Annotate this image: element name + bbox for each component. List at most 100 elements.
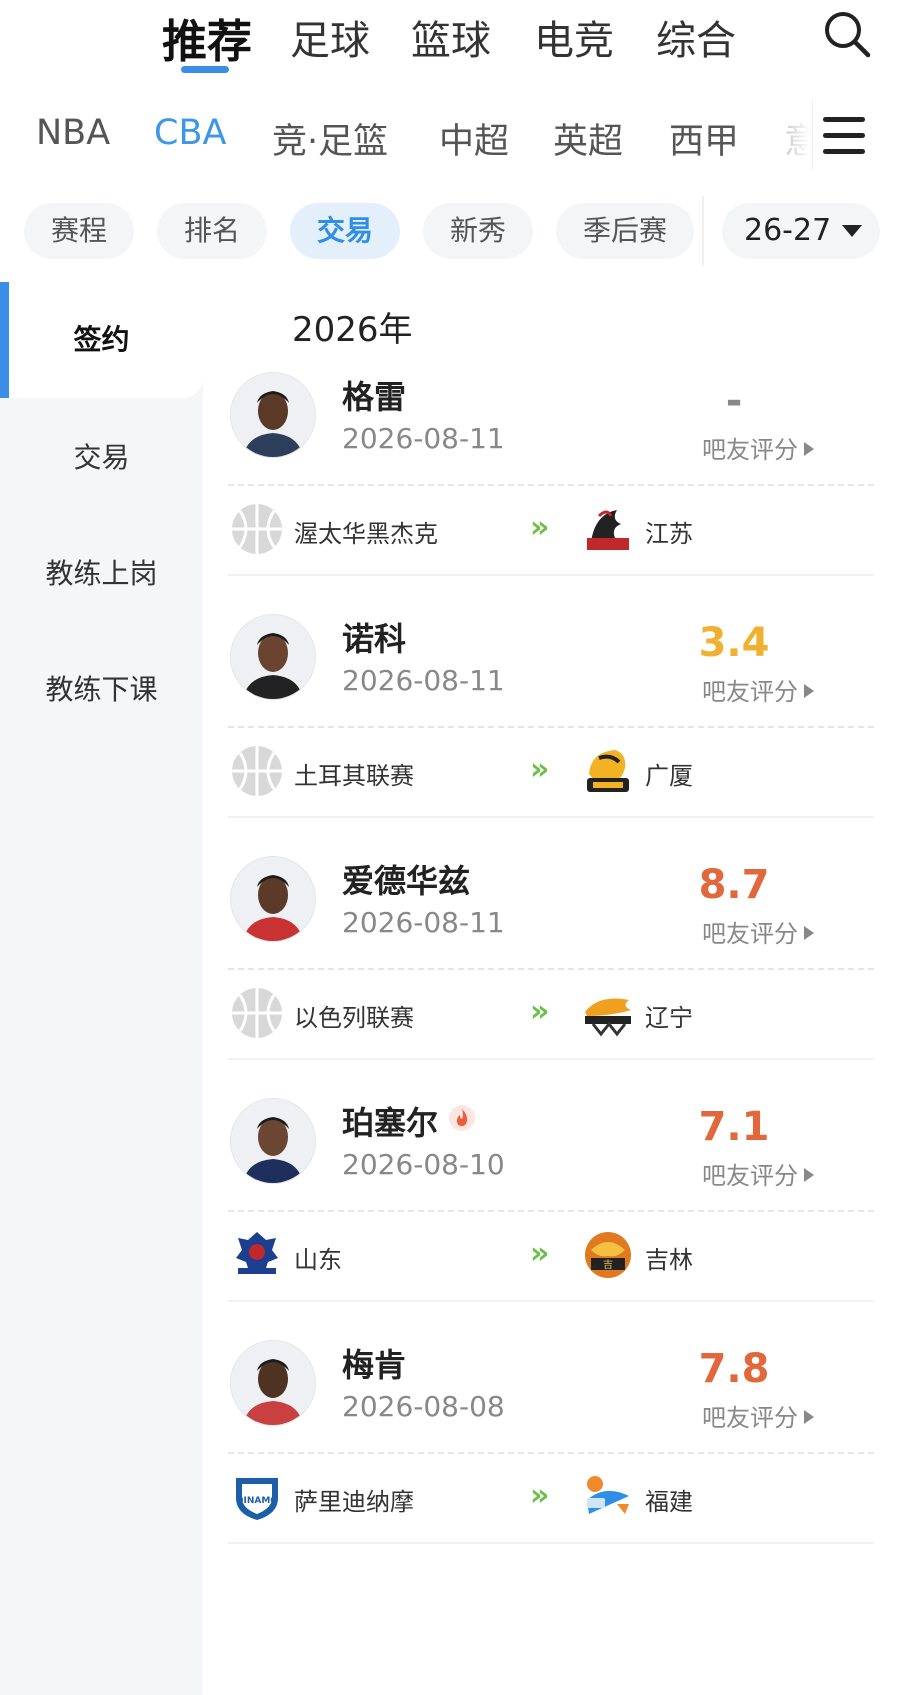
league-tabs-fade (730, 95, 810, 175)
fan-rating-label: 吧友评分 (702, 1162, 798, 1190)
fan-score: 8.7 (698, 862, 770, 908)
fujian-sturgeons-logo (581, 1470, 635, 1524)
filter-rookie[interactable]: 新秀 (423, 203, 533, 259)
dinamo-sassari-logo: DINAMO (230, 1470, 284, 1524)
basketball-placeholder (230, 502, 284, 556)
sidebar-item-coach-fired[interactable]: 教练下课 (0, 660, 203, 720)
player-avatar[interactable] (230, 372, 316, 458)
row-divider (228, 574, 874, 576)
player-row[interactable]: 珀塞尔 2026-08-10 7.1 吧友评分 (228, 1098, 874, 1210)
fan-rating-label: 吧友评分 (702, 920, 798, 948)
player-avatar[interactable] (230, 856, 316, 942)
filter-ranking[interactable]: 排名 (157, 203, 267, 259)
player-row[interactable]: 诺科 2026-08-11 3.4 吧友评分 (228, 614, 874, 726)
player-name: 诺科 (342, 614, 406, 660)
liaoning-leopards-logo (581, 986, 635, 1040)
dashed-divider (228, 1210, 874, 1212)
fire-icon (448, 1102, 476, 1131)
transfer-arrow-icon: » (530, 1236, 550, 1271)
tab-recommend[interactable]: 推荐 (162, 5, 252, 70)
transfer-row: 以色列联赛 » 辽宁 (228, 986, 874, 1042)
row-divider (228, 1300, 874, 1302)
fan-score: - (725, 378, 743, 424)
sidebar-item-coach-hired[interactable]: 教练上岗 (0, 544, 203, 604)
tab-basketball[interactable]: 篮球 (411, 8, 491, 66)
sidebar (0, 282, 203, 1695)
league-tabs: NBA CBA 竞·足篮 中超 英超 西甲 意 (0, 95, 810, 175)
tab-general[interactable]: 综合 (656, 8, 736, 66)
dashed-divider (228, 968, 874, 970)
player-name: 格雷 (342, 372, 406, 418)
fan-rating-link[interactable]: 吧友评分 (702, 430, 814, 465)
player-name-text: 梅肯 (342, 1346, 407, 1384)
league-tab-epl[interactable]: 英超 (553, 113, 623, 164)
league-tab-csl[interactable]: 中超 (439, 113, 509, 164)
season-selector[interactable]: 26-27 (722, 203, 880, 259)
player-row[interactable]: 格雷 2026-08-11 - 吧友评分 (228, 372, 874, 484)
fan-rating-link[interactable]: 吧友评分 (702, 1398, 814, 1433)
from-team: 渥太华黑杰克 (294, 520, 438, 548)
tab-esports[interactable]: 电竞 (534, 8, 614, 66)
fan-rating-link[interactable]: 吧友评分 (702, 1156, 814, 1191)
search-icon[interactable] (823, 10, 871, 58)
fan-score: 3.4 (698, 620, 770, 666)
basketball-placeholder (230, 744, 284, 798)
fan-rating-label: 吧友评分 (702, 1404, 798, 1432)
from-team: 萨里迪纳摩 (294, 1488, 414, 1516)
player-row[interactable]: 梅肯 2026-08-08 7.8 吧友评分 (228, 1340, 874, 1452)
season-label: 26-27 (744, 213, 832, 248)
player-name: 梅肯 (342, 1340, 406, 1386)
filter-schedule[interactable]: 赛程 (24, 203, 134, 259)
filter-trade[interactable]: 交易 (290, 203, 400, 259)
transfer-row: 土耳其联赛 » 广厦 (228, 744, 874, 800)
transfer-arrow-icon: » (530, 1478, 550, 1513)
player-name-text: 格雷 (342, 378, 407, 416)
signing-date: 2026-08-11 (342, 906, 505, 939)
dashed-divider (228, 484, 874, 486)
sidebar-active-indicator (0, 282, 9, 398)
league-tab-lottery[interactable]: 竞·足篮 (272, 113, 388, 164)
transfer-arrow-icon: » (530, 994, 550, 1029)
player-avatar[interactable] (230, 1340, 316, 1426)
league-tab-laliga[interactable]: 西甲 (669, 113, 739, 164)
signing-date: 2026-08-08 (342, 1390, 505, 1423)
to-team: 福建 (645, 1488, 693, 1516)
league-tab-nba[interactable]: NBA (36, 113, 110, 153)
to-team: 广厦 (645, 762, 693, 790)
from-team: 土耳其联赛 (294, 762, 414, 790)
svg-text:吉: 吉 (603, 1259, 613, 1271)
player-avatar[interactable] (230, 1098, 316, 1184)
filter-playoffs[interactable]: 季后赛 (556, 203, 694, 259)
row-divider (228, 1542, 874, 1544)
signing-date: 2026-08-11 (342, 422, 505, 455)
fan-rating-link[interactable]: 吧友评分 (702, 914, 814, 949)
to-team: 辽宁 (645, 1004, 693, 1032)
play-arrow-icon (804, 684, 814, 698)
from-team: 山东 (294, 1246, 342, 1274)
to-team: 江苏 (645, 520, 693, 548)
caret-down-icon (842, 225, 862, 237)
jiangsu-dragons-logo (581, 502, 635, 556)
player-avatar[interactable] (230, 614, 316, 700)
dashed-divider (228, 1452, 874, 1454)
top-nav: 推荐 足球 篮球 电竞 综合 (0, 0, 900, 80)
tab-football[interactable]: 足球 (290, 8, 370, 66)
league-tab-cba[interactable]: CBA (154, 113, 226, 153)
sidebar-item-trade[interactable]: 交易 (0, 428, 203, 488)
zhejiang-lions-logo (581, 744, 635, 798)
menu-icon[interactable] (812, 100, 879, 170)
fan-score: 7.1 (698, 1104, 770, 1150)
fan-rating-link[interactable]: 吧友评分 (702, 672, 814, 707)
transfer-arrow-icon: » (530, 752, 550, 787)
transfer-row: 山东 » 吉 吉林 (228, 1228, 874, 1284)
shandong-logo (230, 1228, 284, 1282)
player-row[interactable]: 爱德华兹 2026-08-11 8.7 吧友评分 (228, 856, 874, 968)
transfer-row: 渥太华黑杰克 » 江苏 (228, 502, 874, 558)
row-divider (228, 816, 874, 818)
svg-text:DINAMO: DINAMO (236, 1496, 278, 1506)
player-name-text: 诺科 (342, 620, 407, 658)
from-team: 以色列联赛 (294, 1004, 414, 1032)
to-team: 吉林 (645, 1246, 693, 1274)
filter-divider (702, 196, 704, 266)
sidebar-item-signing[interactable]: 签约 (0, 282, 203, 398)
